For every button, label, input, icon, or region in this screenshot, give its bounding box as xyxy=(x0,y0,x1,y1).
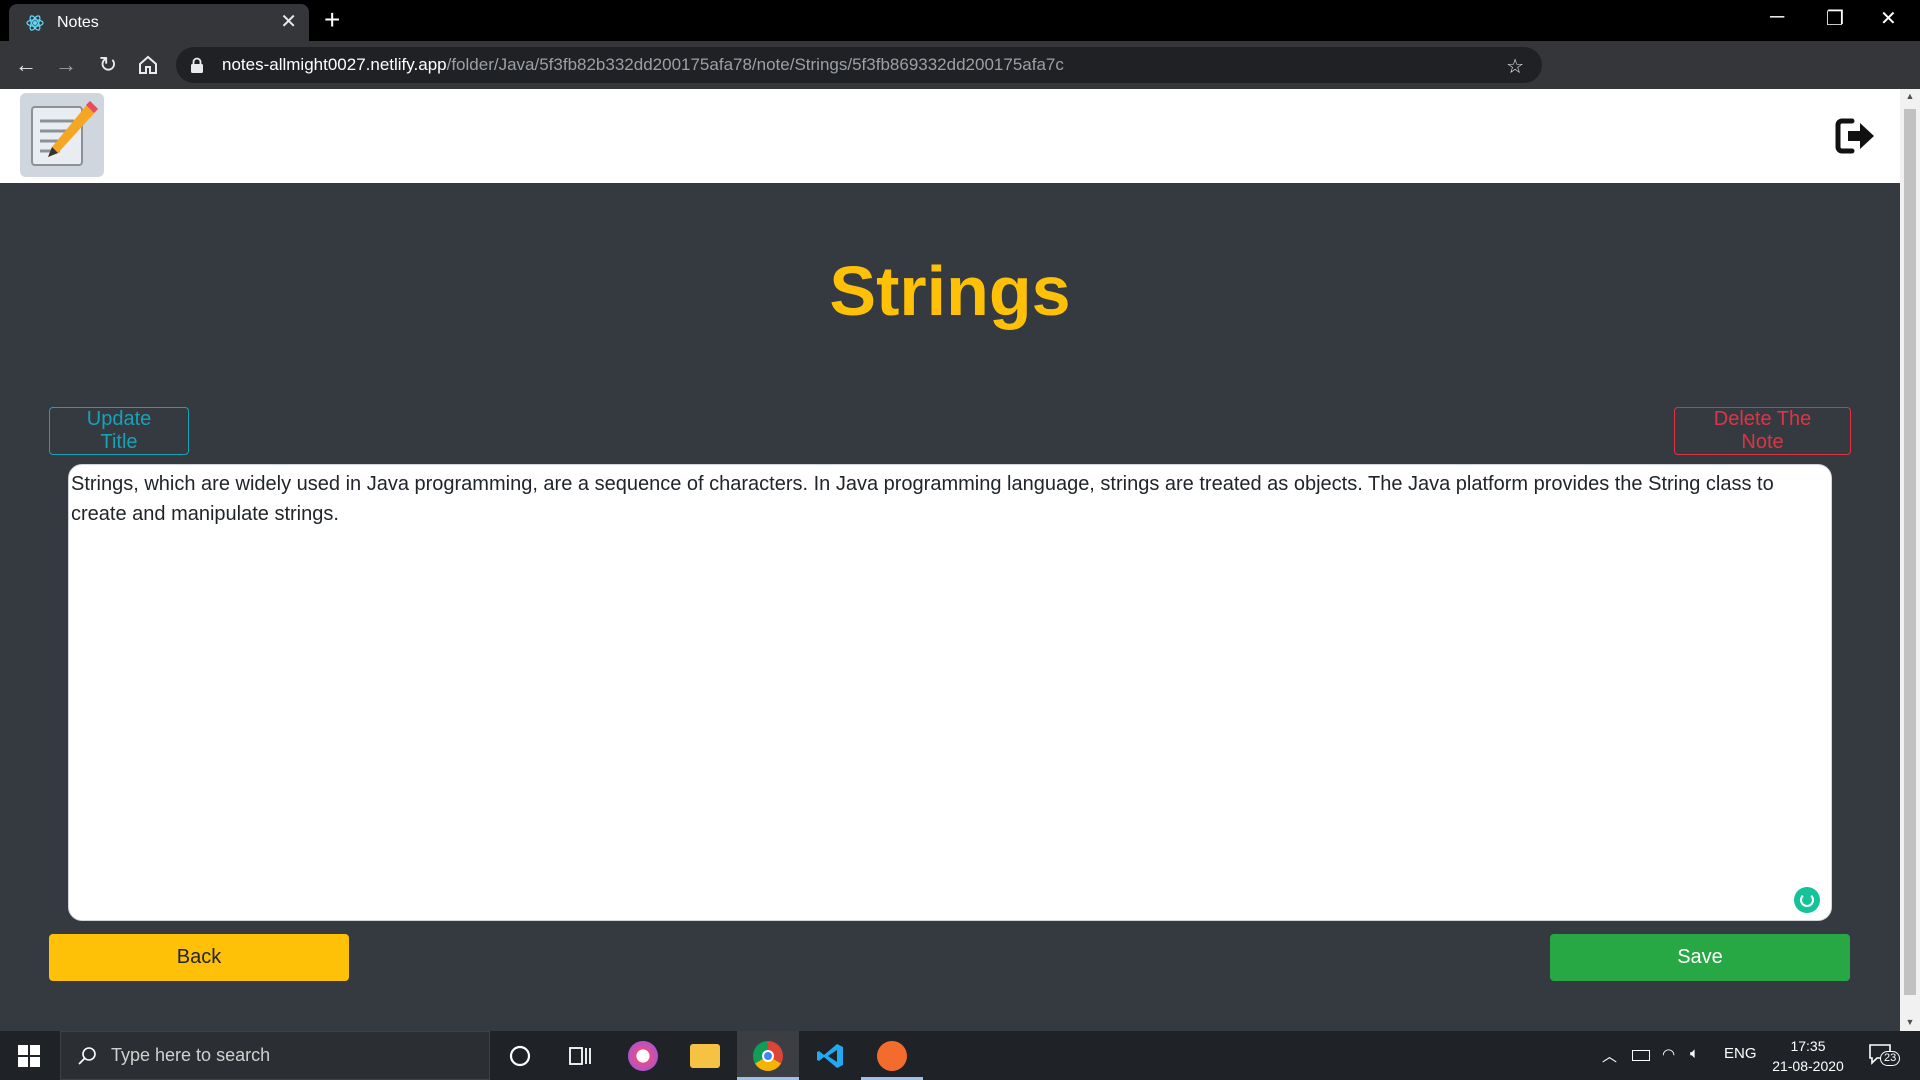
app-navbar xyxy=(0,89,1900,183)
vscode-icon[interactable] xyxy=(815,1041,845,1071)
logout-icon[interactable] xyxy=(1832,113,1878,159)
scrollbar-thumb[interactable] xyxy=(1904,109,1916,995)
home-icon[interactable] xyxy=(136,53,160,77)
note-title: Strings xyxy=(829,252,1071,330)
show-hidden-icons-icon[interactable]: ︿ xyxy=(1602,1045,1617,1066)
task-view-icon[interactable] xyxy=(565,1041,595,1071)
file-explorer-icon[interactable] xyxy=(690,1044,720,1068)
update-title-button[interactable]: Update Title xyxy=(49,407,189,455)
notification-center-icon[interactable]: 23 xyxy=(1868,1043,1901,1066)
system-clock[interactable]: 17:35 21-08-2020 xyxy=(1768,1036,1848,1076)
close-window-icon[interactable]: ✕ xyxy=(1880,6,1897,31)
note-body-textarea[interactable]: Strings, which are widely used in Java p… xyxy=(68,464,1832,921)
search-placeholder: Type here to search xyxy=(111,1045,271,1065)
tab-close-icon[interactable]: ✕ xyxy=(280,12,297,32)
react-icon xyxy=(26,14,44,31)
back-button[interactable]: Back xyxy=(49,934,349,981)
save-button[interactable]: Save xyxy=(1550,934,1850,981)
url-path: /folder/Java/5f3fb82b332dd200175afa78/no… xyxy=(446,55,1064,74)
minimize-icon[interactable]: ─ xyxy=(1770,6,1784,29)
scroll-up-arrow-icon[interactable]: ▲ xyxy=(1905,91,1915,101)
address-bar[interactable]: notes-allmight0027.netlify.app/folder/Ja… xyxy=(176,47,1542,83)
reload-icon[interactable]: ↻ xyxy=(96,53,120,77)
new-tab-icon[interactable]: + xyxy=(324,6,340,34)
notepad-logo-icon[interactable] xyxy=(20,93,104,177)
tab-title: Notes xyxy=(57,13,99,31)
notification-count-badge: 23 xyxy=(1880,1051,1901,1066)
forward-arrow-icon[interactable]: → xyxy=(54,53,78,77)
back-arrow-icon[interactable]: ← xyxy=(14,53,38,77)
lock-icon xyxy=(191,57,203,73)
wifi-icon[interactable]: ◠ xyxy=(1662,1045,1675,1063)
clock-time: 17:35 xyxy=(1790,1038,1826,1054)
browser-tab[interactable]: Notes ✕ xyxy=(9,4,309,41)
itunes-icon[interactable] xyxy=(628,1041,658,1071)
windows-start-icon[interactable] xyxy=(18,1045,40,1067)
delete-note-button[interactable]: Delete The Note xyxy=(1674,407,1851,455)
battery-icon[interactable] xyxy=(1632,1050,1650,1061)
windows-taskbar: Type here to search ︿ ◠ 🔈︎ ENG 17:35 21-… xyxy=(0,1031,1920,1080)
url-host: notes-allmight0027.netlify.app xyxy=(222,55,447,74)
scroll-down-arrow-icon[interactable]: ▼ xyxy=(1905,1017,1915,1027)
cortana-icon[interactable] xyxy=(505,1041,535,1071)
language-indicator[interactable]: ENG xyxy=(1724,1045,1757,1062)
page-viewport: Strings Update Title Delete The Note Str… xyxy=(0,89,1900,1031)
browser-tab-strip: Notes ✕ + ─ ❐ ✕ xyxy=(0,0,1920,41)
grammarly-icon[interactable] xyxy=(1794,887,1820,913)
postman-icon[interactable] xyxy=(877,1041,907,1071)
page-scrollbar[interactable]: ▲ ▼ xyxy=(1900,89,1920,1031)
bookmark-star-icon[interactable]: ☆ xyxy=(1506,54,1524,79)
clock-date: 21-08-2020 xyxy=(1772,1058,1844,1074)
volume-icon[interactable]: 🔈︎ xyxy=(1690,1045,1699,1062)
restore-icon[interactable]: ❐ xyxy=(1826,6,1844,31)
chrome-icon[interactable] xyxy=(753,1041,783,1071)
taskbar-search[interactable]: Type here to search xyxy=(60,1031,490,1080)
browser-toolbar: ← → ↻ notes-allmight0027.netlify.app/fol… xyxy=(0,41,1920,118)
search-icon xyxy=(78,1046,96,1065)
